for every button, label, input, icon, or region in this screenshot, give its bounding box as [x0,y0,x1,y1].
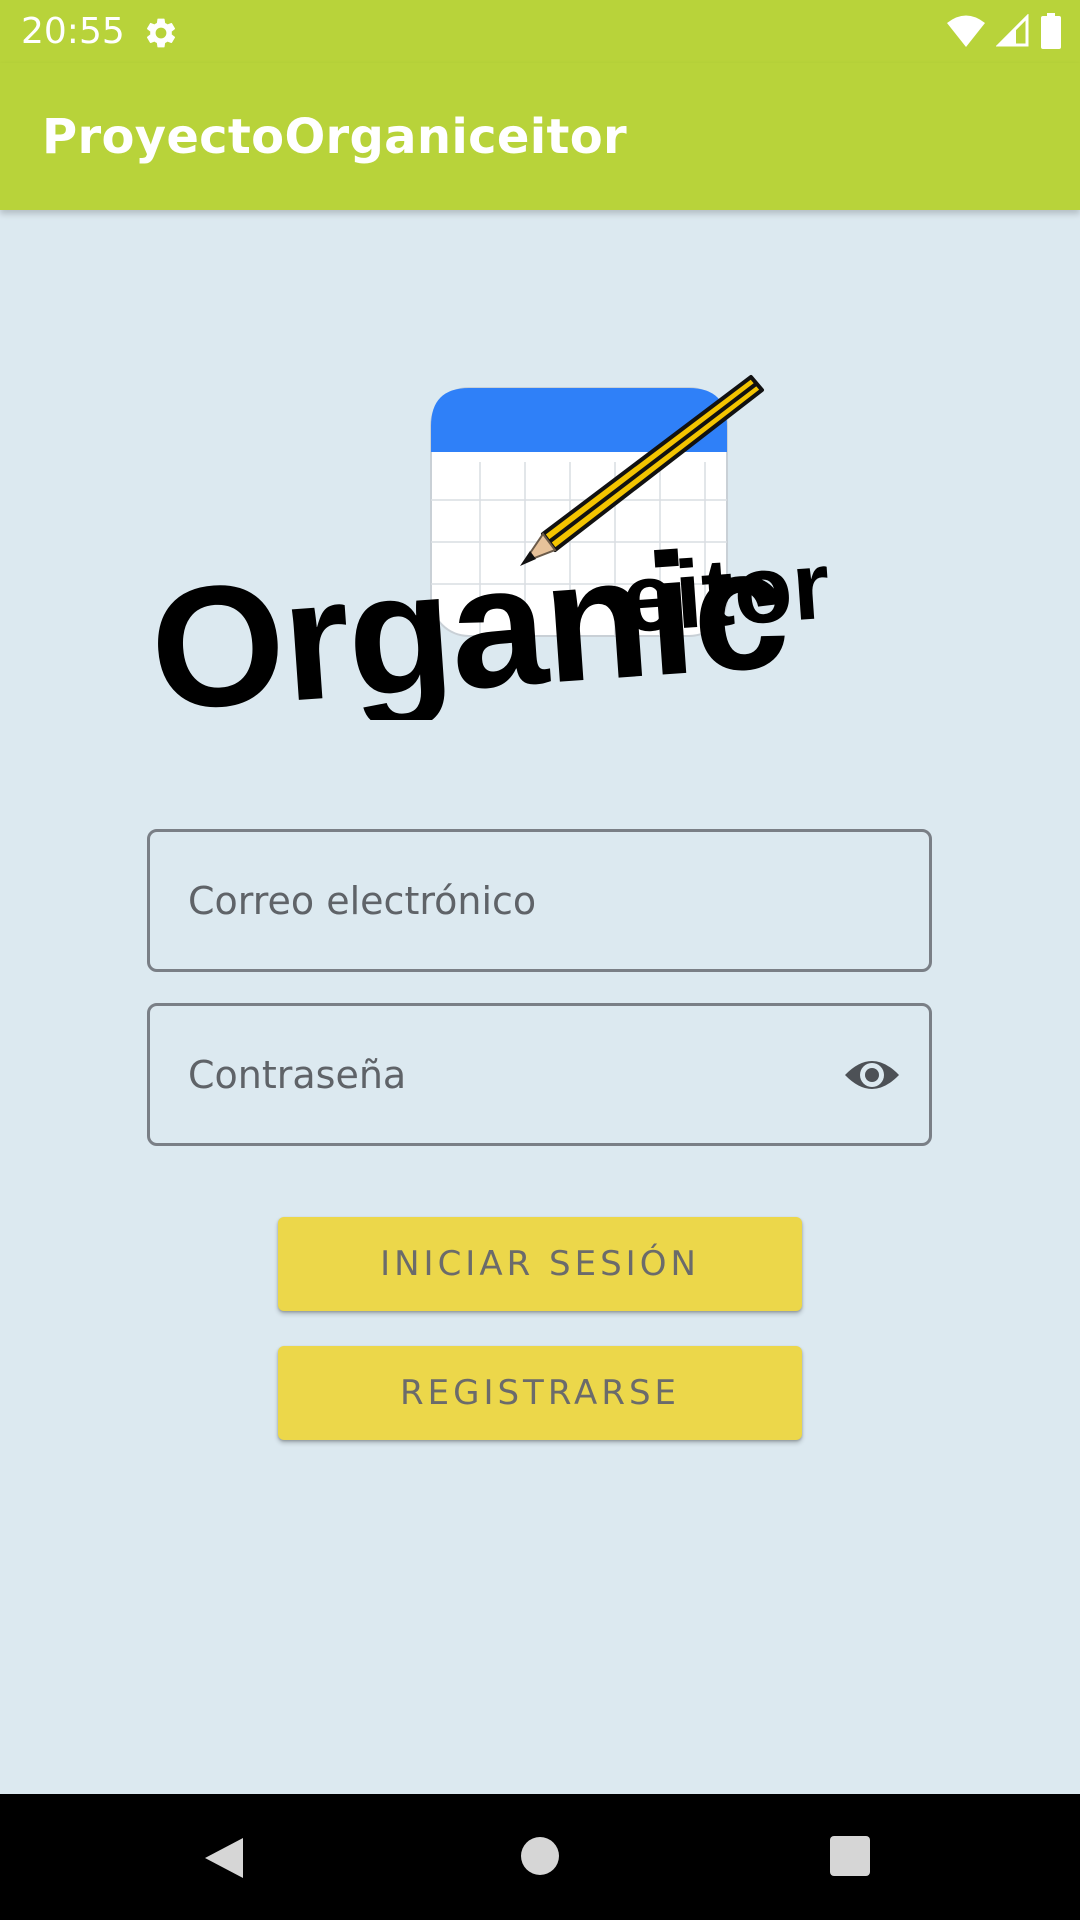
recents-icon[interactable] [830,1836,870,1876]
organiceitor-logo: Organic eitor [150,375,833,720]
status-bar: 20:55 [0,0,1080,63]
email-field[interactable]: Correo electrónico [147,829,932,972]
status-icons [946,13,1062,49]
app-bar: ProyectoOrganiceitor [0,63,1080,210]
password-placeholder: Contraseña [188,1053,407,1097]
back-icon[interactable] [203,1836,245,1880]
battery-icon [1041,13,1061,49]
register-button[interactable]: REGISTRARSE [278,1346,802,1440]
password-field[interactable]: Contraseña [147,1003,932,1146]
status-time: 20:55 [21,11,125,52]
navigation-bar [0,1794,1080,1920]
app-title: ProyectoOrganiceitor [42,109,627,165]
signal-icon [996,14,1029,47]
login-button[interactable]: INICIAR SESIÓN [278,1217,802,1311]
email-placeholder: Correo electrónico [188,879,537,923]
gear-icon [146,18,176,48]
wifi-icon [947,15,985,47]
eye-icon[interactable] [843,1051,901,1099]
home-icon[interactable] [520,1836,560,1876]
logo-text-small: eitor [618,532,833,653]
